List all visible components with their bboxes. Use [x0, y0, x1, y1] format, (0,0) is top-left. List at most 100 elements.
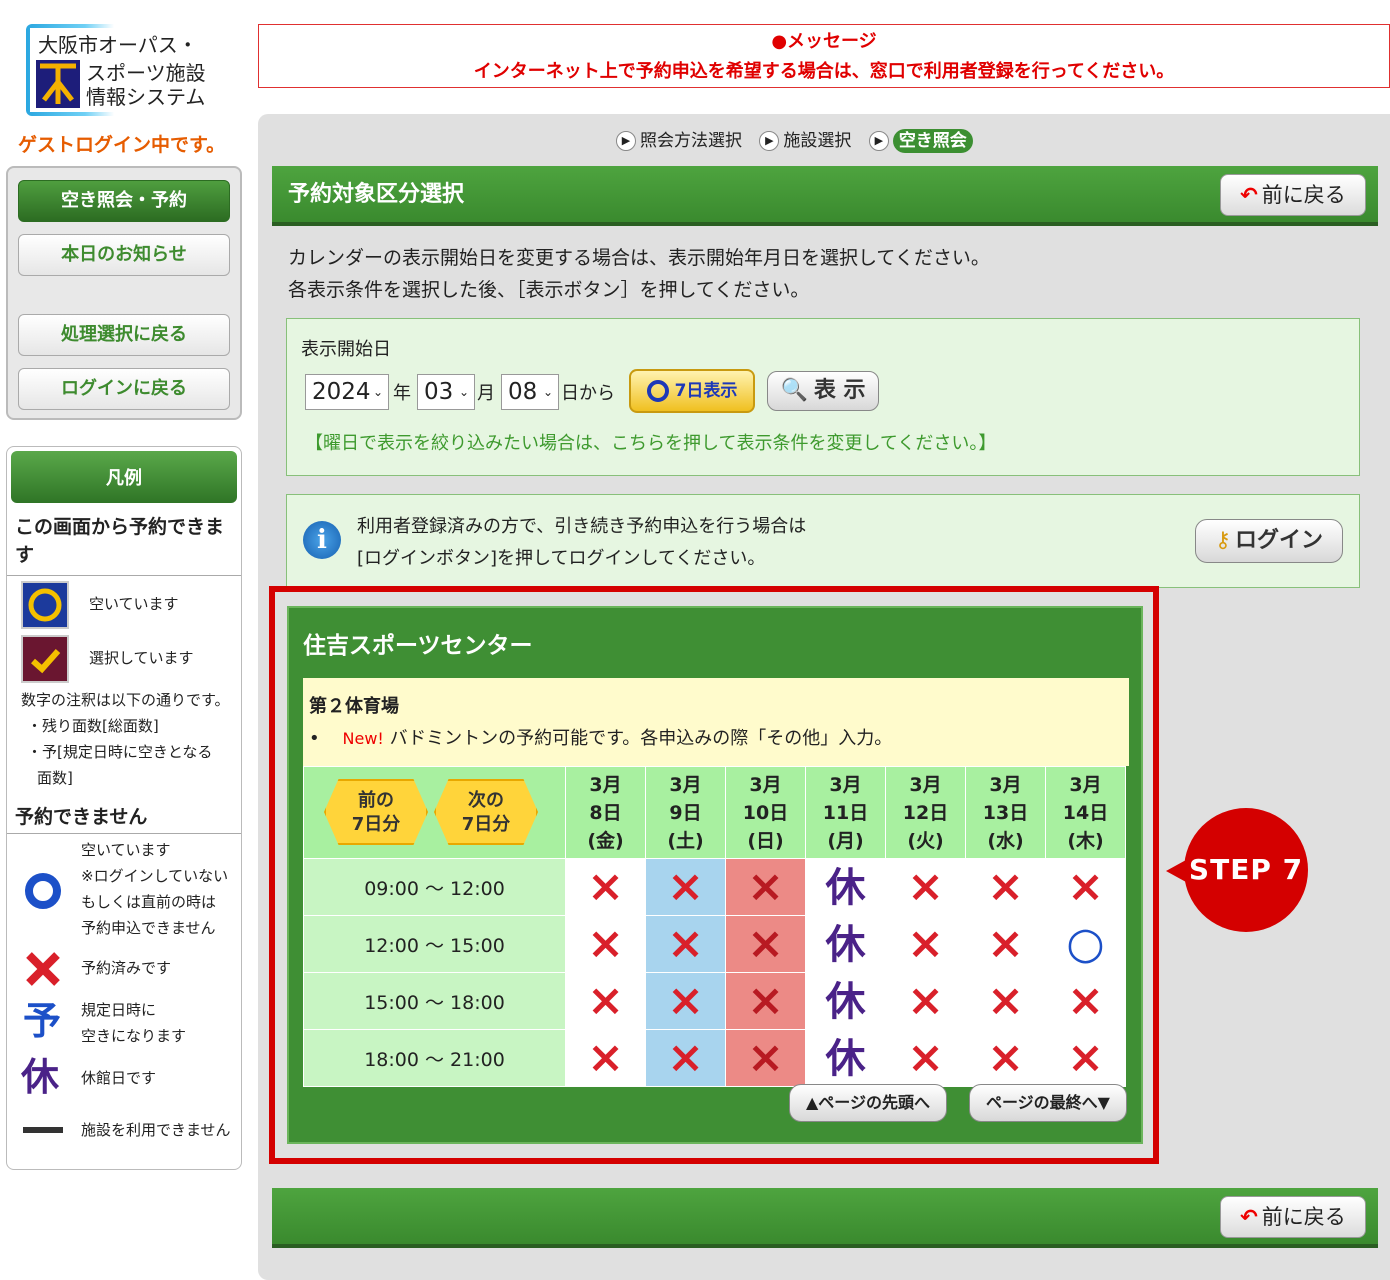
- legend-pending-label-1: 規定日時に: [81, 1001, 157, 1019]
- logo-line-1: 大阪市オーパス・: [38, 33, 198, 57]
- section-header: 予約対象区分選択 ↶ 前に戻る: [272, 166, 1378, 226]
- weekday-filter-link[interactable]: 【曜日で表示を絞り込みたい場合は、こちらを押して表示条件を変更してください。】: [305, 429, 996, 455]
- page-top-button[interactable]: ▲ページの先頭へ: [789, 1084, 947, 1122]
- next-label-1: 次の: [468, 790, 504, 811]
- arrow-right-icon: ▶: [868, 131, 889, 151]
- menu-availability-button[interactable]: 空き照会・予約: [18, 180, 230, 222]
- open-circle-icon: [23, 871, 63, 911]
- reserved-cell: ×: [725, 1029, 806, 1087]
- reserved-icon: ×: [667, 975, 704, 1026]
- day-weekday: (土): [667, 829, 704, 852]
- reserved-icon: ×: [747, 1032, 784, 1083]
- back-button-bottom[interactable]: ↶ 前に戻る: [1220, 1196, 1366, 1238]
- legend-available-label: 空いています: [89, 595, 179, 613]
- date-select-box: 表示開始日 2024 ⌄ 年 03 ⌄ 月 08 ⌄ 日から 7日表示 🔍 表 示 【曜…: [286, 318, 1360, 476]
- legend-reserved-label: 予約済みです: [81, 959, 172, 977]
- menu-back-to-login-button[interactable]: ログインに戻る: [18, 368, 230, 410]
- availability-calendar: 前の 7日分 次の 7日分 3月 8日 (金) 3月 9日 (土) 3月 10日 (日) 3月 1…: [303, 766, 1126, 1087]
- breadcrumb-item-method[interactable]: ▶ 照会方法選択: [616, 126, 742, 156]
- reserved-icon: ×: [667, 1032, 704, 1083]
- legend-unavailable-label: 施設を利用できません: [81, 1121, 231, 1139]
- legend-divider: [7, 575, 241, 576]
- reserved-cell: ×: [645, 915, 726, 973]
- logo-line-2: スポーツ施設: [86, 61, 206, 85]
- reserved-icon: ×: [1067, 975, 1104, 1026]
- prev-label-2: 7日分: [351, 814, 401, 835]
- prev-7days-button[interactable]: 前の 7日分: [324, 779, 428, 845]
- calendar-body: 09:00 ～ 12:00 × × × 休 × × × 12:00 ～ 15:00 × × × 休 × × ○…: [303, 858, 1126, 1087]
- day-unit: 日から: [561, 383, 615, 404]
- seven-day-button[interactable]: 7日表示: [629, 369, 755, 413]
- reserved-cell: ×: [725, 858, 806, 916]
- reserved-icon: ×: [907, 918, 944, 969]
- available-cell[interactable]: ○: [1045, 915, 1126, 973]
- closed-icon: 休: [825, 1035, 866, 1082]
- page-bottom-button[interactable]: ページの最終へ▼: [969, 1084, 1127, 1122]
- day-select[interactable]: 08 ⌄: [501, 374, 559, 410]
- logo-line-3: 情報システム: [86, 85, 206, 109]
- next-7days-button[interactable]: 次の 7日分: [434, 779, 538, 845]
- legend-open-circle-label-3: もしくは直前の時は: [81, 893, 217, 911]
- reserved-cell: ×: [725, 972, 806, 1030]
- guest-status: ゲストログイン中です。: [18, 134, 226, 156]
- legend-can-reserve-heading: この画面から予約できます: [15, 516, 225, 566]
- day-weekday: (金): [587, 829, 624, 852]
- reserved-icon: ×: [907, 861, 944, 912]
- day-date: 10日: [742, 801, 789, 824]
- day-weekday: (水): [987, 829, 1024, 852]
- year-select[interactable]: 2024 ⌄: [305, 374, 389, 410]
- day-header: 3月 9日 (土): [645, 766, 726, 859]
- reserved-cell: ×: [965, 972, 1046, 1030]
- reserved-icon: ×: [987, 975, 1024, 1026]
- day-date: 11日: [822, 801, 869, 824]
- menu-notice-button[interactable]: 本日のお知らせ: [18, 234, 230, 276]
- breadcrumb-item-facility[interactable]: ▶ 施設選択: [759, 126, 851, 156]
- room-note: • New! バドミントンの予約可能です。各申込みの際「その他」入力。: [309, 728, 893, 749]
- month-value: 03: [424, 379, 454, 405]
- reserved-cell: ×: [885, 915, 966, 973]
- reserved-cell: ×: [645, 972, 726, 1030]
- legend-note-intro: 数字の注釈は以下の通りです。: [21, 691, 230, 709]
- closed-cell: 休: [805, 1029, 886, 1087]
- unavailable-icon: [23, 1127, 63, 1133]
- legend-divider: [7, 833, 241, 834]
- login-info-text: 利用者登録済みの方で、引き続き予約申込を行う場合は [ログインボタン]を押してロ…: [357, 511, 806, 575]
- menu-back-to-process-button[interactable]: 処理選択に戻る: [18, 314, 230, 356]
- new-badge: New!: [342, 729, 384, 748]
- day-weekday: (木): [1067, 829, 1104, 852]
- back-button[interactable]: ↶ 前に戻る: [1220, 174, 1366, 216]
- time-slot-row: 15:00 ～ 18:00 × × × 休 × × ×: [303, 972, 1126, 1030]
- legend-selected-label: 選択しています: [89, 649, 194, 667]
- show-button[interactable]: 🔍 表 示: [767, 371, 879, 411]
- legend-note-2: ・予[規定日時に空きとなる: [27, 743, 213, 761]
- reserved-icon: ×: [1067, 861, 1104, 912]
- reserved-cell: ×: [965, 915, 1046, 973]
- legend-note-3: 面数]: [37, 769, 73, 787]
- step-pointer: [1166, 860, 1186, 882]
- month-select[interactable]: 03 ⌄: [417, 374, 475, 410]
- closed-icon: 休: [825, 921, 866, 968]
- section-title: 予約対象区分選択: [288, 182, 465, 207]
- reserved-icon: ×: [907, 975, 944, 1026]
- message-title: ●メッセージ: [771, 31, 877, 52]
- page: { "logo": {"line1": "大阪市オーパス・", "mark": …: [0, 0, 1390, 1280]
- day-month: 3月: [829, 773, 862, 796]
- back-arrow-icon: ↶: [1240, 183, 1258, 207]
- time-slot-row: 18:00 ～ 21:00 × × × 休 × × ×: [303, 1029, 1126, 1087]
- reserved-cell: ×: [1045, 858, 1126, 916]
- room-name: 第２体育場: [309, 696, 399, 717]
- pending-icon: 予: [23, 999, 62, 1043]
- instruction-line-1: カレンダーの表示開始日を変更する場合は、表示開始年月日を選択してください。: [288, 247, 990, 269]
- breadcrumb: ▶ 照会方法選択 ▶ 施設選択 ▶ 空き照会: [616, 126, 985, 156]
- day-header: 3月 8日 (金): [565, 766, 646, 859]
- back-button-label: 前に戻る: [1261, 1205, 1346, 1229]
- chevron-down-icon: ⌄: [458, 385, 469, 399]
- reserved-cell: ×: [965, 858, 1046, 916]
- breadcrumb-item-current: ▶ 空き照会: [868, 126, 973, 156]
- reserved-cell: ×: [1045, 972, 1126, 1030]
- login-button-label: ログイン: [1235, 528, 1324, 553]
- calendar-header-row: 前の 7日分 次の 7日分 3月 8日 (金) 3月 9日 (土) 3月 10日 (日) 3月 1…: [303, 766, 1126, 859]
- login-button[interactable]: ⚷ ログイン: [1195, 519, 1343, 563]
- breadcrumb-label: 施設選択: [783, 131, 852, 151]
- site-logo[interactable]: 大阪市オーパス・ スポーツ施設 情報システム: [26, 24, 222, 116]
